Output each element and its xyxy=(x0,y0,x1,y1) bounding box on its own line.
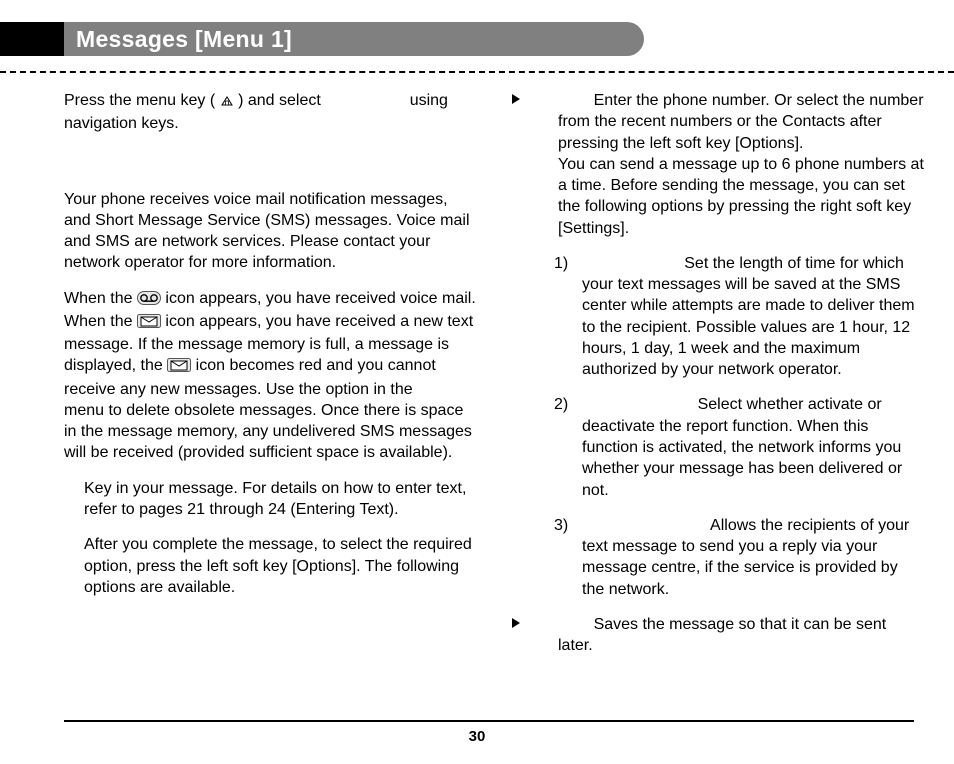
header: Messages [Menu 1] xyxy=(0,0,954,78)
triangle-bullet-icon xyxy=(512,94,520,104)
option-number: 3) xyxy=(554,515,568,536)
option-1-text: Set the length of time for which your te… xyxy=(582,255,915,378)
intro-text-post-icon: ) and select xyxy=(238,92,321,109)
para2-pre: When the xyxy=(64,290,132,307)
body-paragraph-2: When the icon appears, you have received… xyxy=(64,288,476,464)
envelope-icon xyxy=(167,357,191,378)
bullet-save: Saves the message so that it can be sent… xyxy=(512,614,924,657)
option-1: 1) Set the length of time for which your… xyxy=(512,253,924,381)
intro-paragraph: Press the menu key ( ) and select using … xyxy=(64,90,476,135)
para2-tail: menu to delete obsolete messages. Once t… xyxy=(64,402,472,462)
page-number: 30 xyxy=(469,728,486,745)
content-columns: Press the menu key ( ) and select using … xyxy=(64,90,924,694)
manual-page: Messages [Menu 1] Press the menu key ( )… xyxy=(0,0,954,764)
menu-key-icon xyxy=(220,92,234,113)
bullet-send: Enter the phone number. Or select the nu… xyxy=(512,90,924,239)
page-title: Messages [Menu 1] xyxy=(64,22,644,56)
footer-divider xyxy=(64,720,914,722)
option-number: 1) xyxy=(554,253,568,274)
bullet2-text: Saves the message so that it can be sent… xyxy=(558,616,886,654)
voicemail-icon xyxy=(137,290,161,311)
option-number: 2) xyxy=(554,394,568,415)
triangle-bullet-icon xyxy=(512,618,520,628)
right-column: Enter the phone number. Or select the nu… xyxy=(512,90,924,694)
option-3: 3) Allows the recipients of your text me… xyxy=(512,515,924,600)
bullet1-text-b: You can send a message up to 6 phone num… xyxy=(558,156,924,237)
step-2: After you complete the message, to selec… xyxy=(84,534,476,598)
body-paragraph-1: Your phone receives voice mail notificat… xyxy=(64,189,476,274)
option-2: 2) Select whether activate or deactivate… xyxy=(512,394,924,500)
step-1: Key in your message. For details on how … xyxy=(84,478,476,521)
header-divider xyxy=(0,71,954,73)
header-tab-block xyxy=(0,22,64,56)
envelope-icon xyxy=(137,313,161,334)
left-column: Press the menu key ( ) and select using … xyxy=(64,90,476,694)
option-2-text: Select whether activate or deactivate th… xyxy=(582,396,902,498)
bullet1-text-a: Enter the phone number. Or select the nu… xyxy=(558,92,924,152)
footer: 30 xyxy=(0,720,954,746)
option-3-text: Allows the recipients of your text messa… xyxy=(582,517,909,598)
intro-text-pre: Press the menu key ( xyxy=(64,92,215,109)
spacer xyxy=(64,149,476,189)
